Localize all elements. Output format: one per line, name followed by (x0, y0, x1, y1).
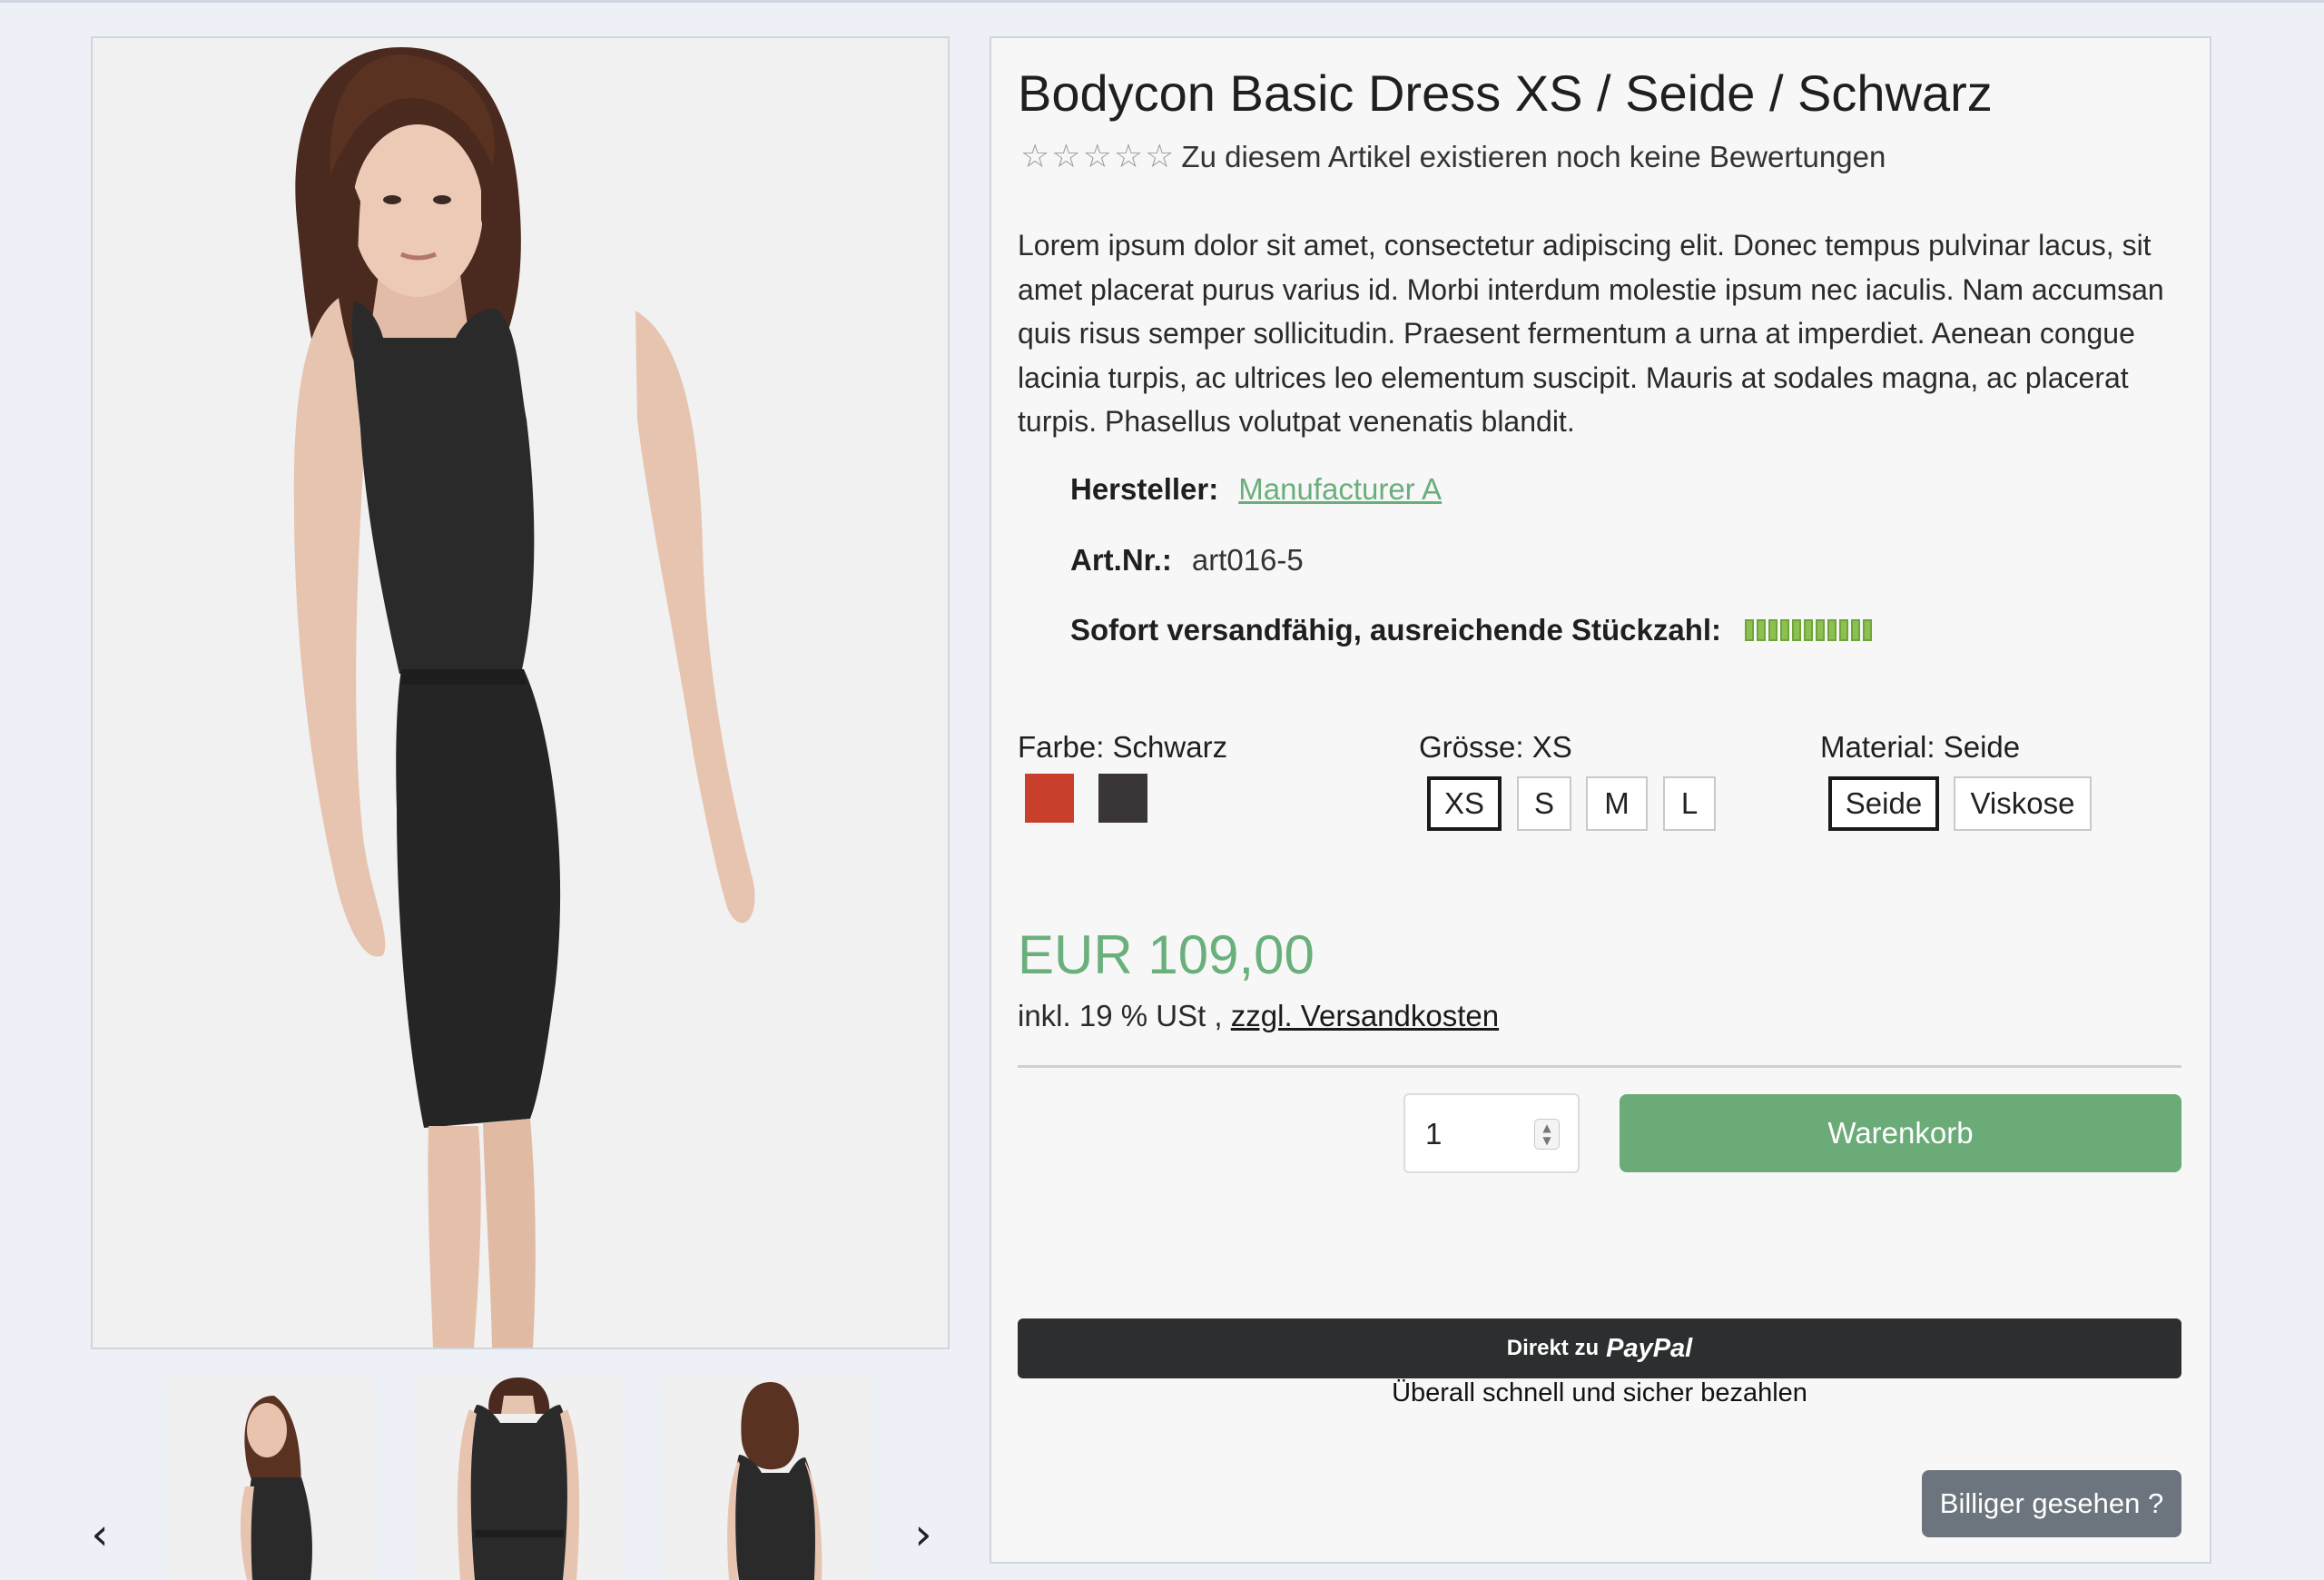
stock-indicator (1745, 619, 1873, 641)
size-option-xs[interactable]: XS (1427, 776, 1502, 831)
material-option-seide[interactable]: Seide (1828, 776, 1939, 831)
product-description: Lorem ipsum dolor sit amet, consectetur … (1018, 229, 2164, 438)
product-price: EUR 109,00 (1018, 924, 1315, 985)
thumbnail-3[interactable] (662, 1378, 872, 1580)
color-option-label: Farbe: Schwarz (1018, 730, 1228, 764)
material-option-viskose[interactable]: Viskose (1954, 776, 2092, 831)
manufacturer-row: Hersteller: Manufacturer A (1070, 472, 1442, 507)
star-empty-icon: ☆ (1113, 138, 1144, 175)
star-empty-icon: ☆ (1020, 138, 1050, 175)
thumbnail-2[interactable] (413, 1378, 624, 1580)
manufacturer-link[interactable]: Manufacturer A (1238, 472, 1442, 507)
size-option-l[interactable]: L (1663, 776, 1716, 831)
quantity-stepper-icon[interactable]: ▲ ▼ (1534, 1119, 1560, 1150)
sku-label: Art.Nr.: (1070, 543, 1172, 577)
main-product-image[interactable] (91, 36, 950, 1349)
product-title: Bodycon Basic Dress XS / Seide / Schwarz (1018, 64, 1993, 122)
size-option-label: Grösse: XS (1419, 730, 1572, 764)
paypal-prefix: Direkt zu (1506, 1336, 1600, 1360)
tax-info: inkl. 19 % USt , zzgl. Versandkosten (1018, 999, 1499, 1033)
paypal-logo: PayPal (1606, 1333, 1693, 1363)
color-swatch-black[interactable] (1098, 774, 1147, 823)
star-empty-icon: ☆ (1082, 138, 1112, 175)
size-option-s[interactable]: S (1517, 776, 1571, 831)
tax-text: inkl. 19 % USt , (1018, 999, 1223, 1032)
thumbnail-1[interactable] (165, 1378, 376, 1580)
chevron-left-icon[interactable]: ‹ (82, 1507, 118, 1562)
rating-text: Zu diesem Artikel existieren noch keine … (1181, 140, 1886, 173)
divider (1018, 1065, 2181, 1068)
add-to-cart-button[interactable]: Warenkorb (1620, 1094, 2181, 1172)
rating-stars[interactable]: ☆ ☆ ☆ ☆ ☆ (1020, 139, 1174, 175)
seen-cheaper-button[interactable]: Billiger gesehen ? (1922, 1470, 2181, 1537)
star-empty-icon: ☆ (1145, 138, 1175, 175)
sku-value: art016-5 (1191, 543, 1304, 577)
material-option-label: Material: Seide (1820, 730, 2021, 764)
star-empty-icon: ☆ (1051, 138, 1081, 175)
sku-row: Art.Nr.: art016-5 (1070, 543, 1304, 578)
top-border (0, 0, 2324, 3)
quantity-input[interactable]: 1 ▲ ▼ (1403, 1093, 1580, 1173)
size-option-m[interactable]: M (1586, 776, 1648, 831)
rating-row: ☆ ☆ ☆ ☆ ☆ Zu diesem Artikel existieren n… (1020, 138, 1886, 176)
quantity-value: 1 (1425, 1117, 1443, 1150)
paypal-button[interactable]: Direkt zu PayPal (1018, 1318, 2181, 1378)
paypal-subtext: Überall schnell und sicher bezahlen (1392, 1378, 1807, 1407)
chevron-right-icon[interactable]: › (905, 1507, 941, 1562)
stock-label: Sofort versandfähig, ausreichende Stückz… (1070, 613, 1722, 647)
color-swatch-red[interactable] (1025, 774, 1074, 823)
shipping-costs-link[interactable]: zzgl. Versandkosten (1231, 999, 1499, 1032)
manufacturer-label: Hersteller: (1070, 472, 1219, 506)
stock-row: Sofort versandfähig, ausreichende Stückz… (1070, 613, 1873, 647)
